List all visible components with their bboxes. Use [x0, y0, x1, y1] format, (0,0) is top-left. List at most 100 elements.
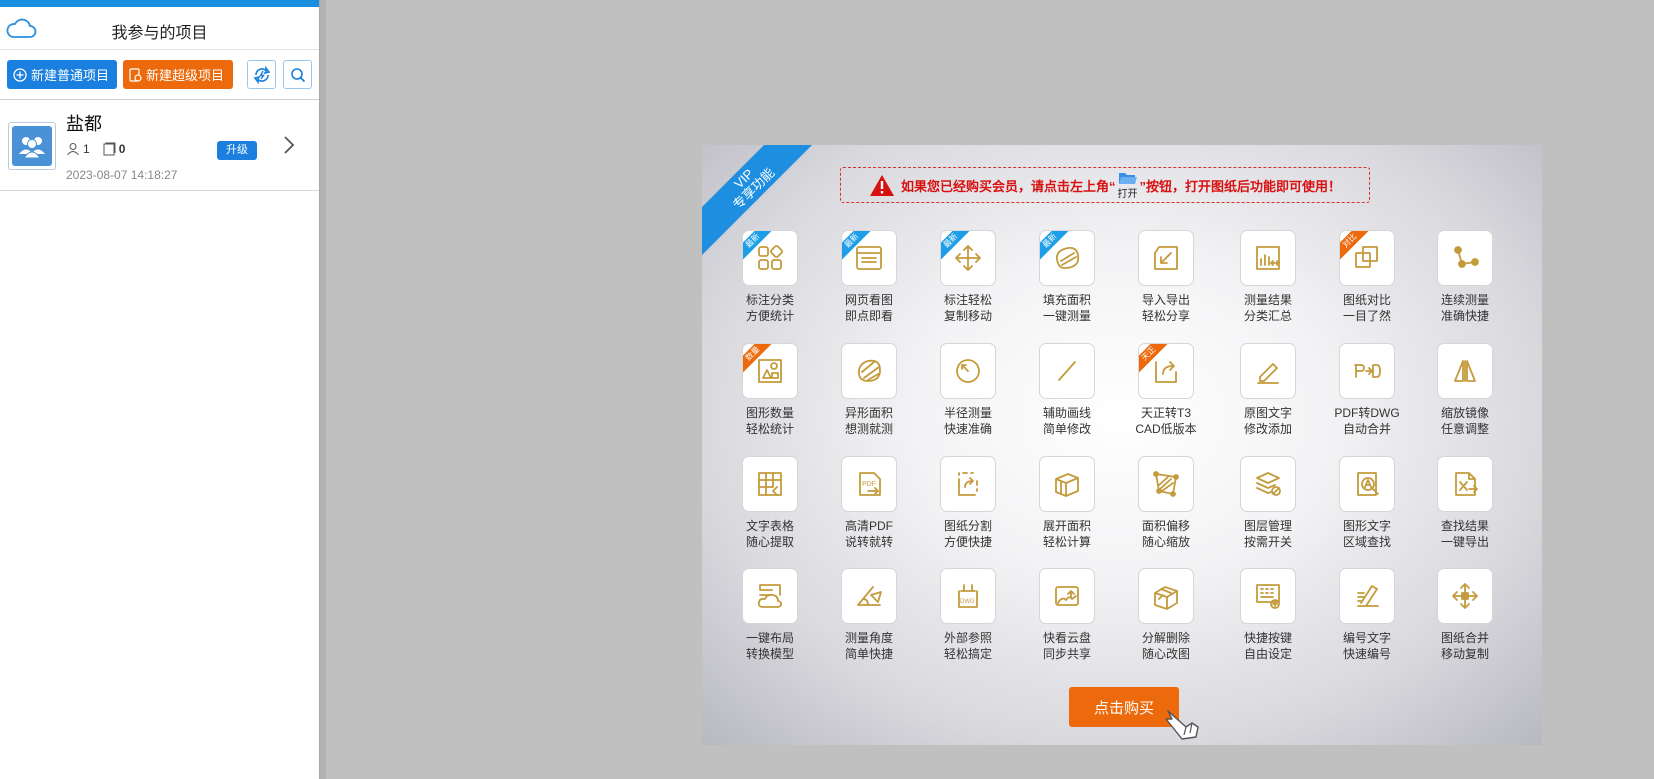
feature-tile[interactable]	[940, 456, 996, 512]
feature-tile[interactable]	[1437, 568, 1493, 624]
feature-tile[interactable]	[1138, 456, 1194, 512]
feature-item[interactable]: PDF转DWG 自动合并	[1327, 343, 1407, 437]
feature-tile[interactable]	[1138, 230, 1194, 286]
feature-item[interactable]: 最新 标注轻松 复制移动	[928, 230, 1008, 324]
sync-icon	[253, 65, 270, 84]
feature-label-line2: 同步共享	[1042, 647, 1091, 661]
feature-label-line2: 快速准确	[943, 422, 992, 436]
feature-tile[interactable]	[1039, 343, 1095, 399]
feature-item[interactable]: 最新 网页看图 即点即看	[829, 230, 909, 324]
feature-tile[interactable]	[841, 343, 897, 399]
feature-tile[interactable]	[1339, 343, 1395, 399]
feature-tile[interactable]	[1437, 230, 1493, 286]
sidebar-toolbar: 新建普通项目 新建超级项目	[0, 50, 319, 100]
feature-tile[interactable]	[742, 456, 798, 512]
feature-tile[interactable]	[1437, 456, 1493, 512]
feature-item[interactable]: 查找结果 一键导出	[1425, 456, 1505, 550]
feature-tile[interactable]	[1240, 456, 1296, 512]
sync-button[interactable]	[247, 60, 276, 89]
feature-item[interactable]: 图纸合并 移动复制	[1425, 568, 1505, 662]
feature-label-line1: 原图文字	[1243, 406, 1292, 420]
search-button[interactable]	[283, 60, 312, 89]
feature-tile[interactable]	[841, 568, 897, 624]
feature-tile[interactable]	[1339, 456, 1395, 512]
feature-item[interactable]: 最新 填充面积 一键测量	[1027, 230, 1107, 324]
feature-label-line2: 随心缩放	[1141, 535, 1190, 549]
project-list-item[interactable]: 盐都 1 0 2023-08-07 14:18:27 升级	[0, 100, 319, 191]
feature-item[interactable]: 图形文字 区域查找	[1327, 456, 1407, 550]
feature-icon	[1256, 246, 1280, 270]
feature-item[interactable]: 最新 标注分类 方便统计	[730, 230, 810, 324]
chevron-right-icon[interactable]	[282, 134, 296, 156]
feature-icon	[1355, 246, 1378, 268]
project-date: 2023-08-07 14:18:27	[66, 168, 178, 182]
feature-item[interactable]: 辅助画线 简单修改	[1027, 343, 1107, 437]
feature-label-line1: 标注轻松	[943, 293, 992, 307]
feature-item[interactable]: 对比 图纸对比 一目了然	[1327, 230, 1407, 324]
feature-tile[interactable]	[1240, 343, 1296, 399]
feature-item[interactable]: 快看云盘 同步共享	[1027, 568, 1107, 662]
vip-feature-panel: VIP 专享功能 如果您已经购买会员，请点击左上角“ 打开 ”按钮，打开图纸后功…	[702, 145, 1542, 745]
feature-item[interactable]: 图层管理 按需开关	[1228, 456, 1308, 550]
feature-label: 查找结果 一键导出	[1425, 518, 1505, 550]
feature-item[interactable]: 连续测量 准确快捷	[1425, 230, 1505, 324]
feature-label-line1: 网页看图	[844, 293, 893, 307]
feature-item[interactable]: DWG 外部参照 轻松搞定	[928, 568, 1008, 662]
feature-label-line1: 面积偏移	[1141, 519, 1190, 533]
feature-tile[interactable]: 数量	[742, 343, 798, 399]
feature-tile[interactable]	[1437, 343, 1493, 399]
new-normal-project-label: 新建普通项目	[31, 68, 110, 83]
feature-tile[interactable]	[1138, 568, 1194, 624]
feature-tile[interactable]	[940, 343, 996, 399]
feature-tile[interactable]	[1339, 568, 1395, 624]
feature-label-line2: 简单快捷	[844, 647, 893, 661]
feature-item[interactable]: 一键布局 转换模型	[730, 568, 810, 662]
feature-item[interactable]: 半径测量 快速准确	[928, 343, 1008, 437]
feature-item[interactable]: 缩放镜像 任意调整	[1425, 343, 1505, 437]
feature-tile[interactable]: 最新	[841, 230, 897, 286]
feature-item[interactable]: 测量结果 分类汇总	[1228, 230, 1308, 324]
feature-label-line1: 测量角度	[844, 631, 893, 645]
feature-item[interactable]: 快捷按键 自由设定	[1228, 568, 1308, 662]
notice-text-before: 如果您已经购买会员，请点击左上角“	[900, 178, 1116, 194]
feature-item[interactable]: PDF 高清PDF 说转就转	[829, 456, 909, 550]
feature-label-line2: 移动复制	[1440, 647, 1489, 661]
feature-tile[interactable]	[1039, 456, 1095, 512]
feature-tile[interactable]	[1039, 568, 1095, 624]
feature-tile[interactable]	[742, 568, 798, 624]
feature-tile[interactable]: 最新	[940, 230, 996, 286]
feature-item[interactable]: 分解删除 随心改图	[1126, 568, 1206, 662]
upgrade-button[interactable]: 升级	[217, 141, 257, 160]
new-super-project-button[interactable]: 新建超级项目	[123, 60, 233, 89]
feature-item[interactable]: 测量角度 简单快捷	[829, 568, 909, 662]
feature-label-line2: 按需开关	[1243, 535, 1292, 549]
feature-tile[interactable]: 最新	[742, 230, 798, 286]
feature-label-line2: 方便快捷	[943, 535, 992, 549]
feature-icon	[1058, 361, 1076, 381]
feature-label: 连续测量 准确快捷	[1425, 292, 1505, 324]
feature-item[interactable]: 图纸分割 方便快捷	[928, 456, 1008, 550]
feature-icon	[1357, 585, 1379, 607]
feature-item[interactable]: 原图文字 修改添加	[1228, 343, 1308, 437]
feature-tile[interactable]: 天正	[1138, 343, 1194, 399]
feature-tile[interactable]: DWG	[940, 568, 996, 624]
new-super-project-label: 新建超级项目	[146, 68, 225, 83]
feature-tile[interactable]	[1240, 568, 1296, 624]
feature-item[interactable]: 异形面积 想测就测	[829, 343, 909, 437]
feature-item[interactable]: 数量 图形数量 轻松统计	[730, 343, 810, 437]
new-normal-project-button[interactable]: 新建普通项目	[7, 60, 117, 89]
feature-item[interactable]: 面积偏移 随心缩放	[1126, 456, 1206, 550]
feature-item[interactable]: 展开面积 轻松计算	[1027, 456, 1107, 550]
feature-icon	[757, 584, 783, 608]
feature-label-line1: 标注分类	[745, 293, 794, 307]
feature-item[interactable]: 编号文字 快速编号	[1327, 568, 1407, 662]
feature-label: 导入导出 轻松分享	[1126, 292, 1206, 324]
feature-tile[interactable]	[1240, 230, 1296, 286]
feature-tile[interactable]: 对比	[1339, 230, 1395, 286]
feature-tile[interactable]: 最新	[1039, 230, 1095, 286]
feature-item[interactable]: 文字表格 随心提取	[730, 456, 810, 550]
feature-tile[interactable]: PDF	[841, 456, 897, 512]
feature-item[interactable]: 天正 天正转T3 CAD低版本	[1126, 343, 1206, 437]
panel-divider	[320, 0, 326, 779]
feature-item[interactable]: 导入导出 轻松分享	[1126, 230, 1206, 324]
